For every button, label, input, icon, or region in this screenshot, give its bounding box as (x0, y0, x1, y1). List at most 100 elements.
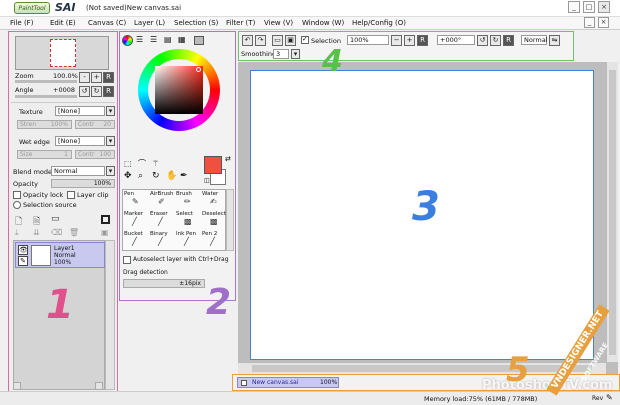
zoom-reset-button[interactable]: R (103, 72, 114, 83)
opacity-slider[interactable]: 100% (51, 179, 115, 188)
move-icon[interactable]: ✥ (124, 172, 132, 181)
tool-binary[interactable]: Binary ╱ (150, 231, 176, 249)
menu-window[interactable]: Window (W) (302, 19, 344, 27)
zoom-field[interactable]: 100% (347, 35, 389, 45)
wet-edge-dropdown-button[interactable]: ▾ (106, 136, 115, 146)
apply-mask-icon[interactable]: ▣ (101, 228, 109, 237)
eye-icon[interactable]: 👁 (18, 245, 28, 255)
tool-water[interactable]: Water ✍ (202, 191, 228, 209)
rect-select-icon[interactable]: ⬚ (124, 160, 132, 168)
angle-field[interactable]: +000° (437, 35, 475, 45)
rotate-icon[interactable]: ↻ (152, 172, 160, 181)
tool-pen-2[interactable]: Pen 2 ╱ (202, 231, 228, 249)
tool-select[interactable]: Select ▩ (176, 211, 202, 229)
toolbar-rotate-right-button[interactable]: ↻ (490, 35, 501, 46)
toolbar-zoom-out-button[interactable]: − (391, 35, 402, 46)
undo-button[interactable]: ↶ (242, 35, 253, 46)
hand-icon[interactable]: ✋ (166, 172, 177, 181)
canvas-vertical-scrollbar[interactable] (606, 62, 618, 362)
wet-edge-select[interactable]: [None] (55, 136, 105, 146)
deselect-button[interactable]: ▭ (272, 35, 283, 46)
selection-source-radio[interactable] (13, 201, 21, 209)
tool-grid-scrollbar[interactable] (226, 189, 234, 251)
tool-brush[interactable]: Brush ✏ (176, 191, 202, 209)
lasso-icon[interactable]: ⌒ (138, 160, 146, 168)
toolbar-angle-reset-button[interactable]: R (503, 35, 514, 46)
menu-filter[interactable]: Filter (T) (226, 19, 255, 27)
show-selection-checkbox[interactable]: ✓ (301, 35, 309, 44)
menu-view[interactable]: View (V) (264, 19, 293, 27)
horizontal-scroll-thumb[interactable] (252, 365, 592, 372)
eyedropper-icon[interactable]: ✒ (180, 172, 188, 181)
merge-down-icon[interactable]: ⇊ (33, 228, 40, 237)
texture-select[interactable]: [None] (55, 106, 105, 116)
color-picker-cursor[interactable] (196, 67, 201, 72)
canvas-horizontal-scrollbar[interactable] (238, 362, 606, 374)
wet-size-slider[interactable]: Size 1 (17, 150, 72, 159)
tool-airbrush[interactable]: AirBrush ✐ (150, 191, 176, 209)
smoothing-field[interactable]: 3 (273, 49, 289, 59)
menu-help[interactable]: Help/Config (O) (352, 19, 406, 27)
rotate-left-button[interactable]: ↺ (79, 86, 90, 97)
view-mode-select[interactable]: Normal (521, 35, 548, 45)
hsv-slider-tab-icon[interactable]: ☰ (150, 36, 157, 44)
blend-mode-select[interactable]: Normal (51, 166, 105, 176)
doc-close-button[interactable]: × (598, 17, 609, 28)
texture-strength-slider[interactable]: Stren 100% (17, 120, 72, 129)
navigator-preview[interactable] (15, 36, 109, 70)
layer-list-scrollbar[interactable] (105, 240, 115, 390)
clear-layer-icon[interactable]: ⌫ (51, 228, 62, 237)
menu-layer[interactable]: Layer (L) (134, 19, 165, 27)
transparent-color-icon[interactable]: ◫ (204, 178, 210, 184)
layer-mask-icon[interactable] (101, 215, 110, 224)
autoselect-layer-checkbox[interactable] (123, 256, 131, 264)
drag-detection-slider[interactable]: ±16pix (123, 279, 205, 288)
close-button[interactable]: × (598, 1, 610, 13)
blend-mode-dropdown-button[interactable]: ▾ (106, 166, 115, 176)
brush-icon[interactable]: ✎ (18, 256, 28, 266)
toolbar-zoom-reset-button[interactable]: R (417, 35, 428, 46)
delete-layer-icon[interactable]: 🗑 (69, 228, 79, 237)
tool-marker[interactable]: Marker ╱ (124, 211, 150, 229)
magic-wand-icon[interactable]: ⚚ (152, 160, 159, 168)
toolbar-rotate-left-button[interactable]: ↺ (477, 35, 488, 46)
texture-contrast-slider[interactable]: Contr 20 (75, 120, 115, 129)
transfer-down-icon[interactable]: ⤓ (15, 228, 19, 238)
swatches-tab-icon[interactable]: ▦ (178, 36, 186, 44)
tool-pen[interactable]: Pen ✎ (124, 191, 150, 209)
minimize-button[interactable]: _ (568, 1, 580, 13)
canvas-tab[interactable]: New canvas.sai 100% (237, 377, 339, 388)
new-folder-icon[interactable]: ▭ (51, 214, 60, 224)
menu-selection[interactable]: Selection (S) (174, 19, 218, 27)
maximize-button[interactable]: □ (583, 1, 595, 13)
vertical-scroll-thumb[interactable] (609, 70, 616, 355)
menu-edit[interactable]: Edit (E) (50, 19, 76, 27)
rotate-right-button[interactable]: ↻ (91, 86, 102, 97)
opacity-lock-checkbox[interactable] (13, 191, 21, 199)
rgb-slider-tab-icon[interactable]: ☰ (136, 36, 143, 44)
zoom-out-button[interactable]: - (79, 72, 90, 83)
angle-slider[interactable] (15, 95, 77, 98)
layer-clip-checkbox[interactable] (67, 191, 75, 199)
smoothing-dropdown-button[interactable]: ▾ (291, 49, 300, 59)
layer-row[interactable]: 👁 ✎ Layer1 Normal 100% (15, 242, 105, 268)
toolbar-zoom-in-button[interactable]: + (404, 35, 415, 46)
zoom-slider[interactable] (15, 80, 77, 83)
menu-canvas[interactable]: Canvas (C) (88, 19, 126, 27)
color-mixer-tab-icon[interactable]: ▤ (164, 36, 172, 44)
tool-bucket[interactable]: Bucket ╱ (124, 231, 150, 249)
scroll-right-button[interactable] (95, 382, 103, 390)
swap-colors-icon[interactable]: ⇄ (225, 156, 231, 163)
redo-button[interactable]: ↷ (255, 35, 266, 46)
scroll-left-button[interactable] (13, 382, 21, 390)
saturation-value-square[interactable] (155, 66, 203, 114)
wet-contrast-slider[interactable]: Contr 100 (75, 150, 115, 159)
navigator-viewport[interactable] (50, 39, 76, 67)
scratchpad-tab-icon[interactable] (194, 36, 204, 45)
menu-file[interactable]: File (F) (10, 19, 33, 27)
primary-color-swatch[interactable] (204, 156, 222, 174)
tool-eraser[interactable]: Eraser ╱ (150, 211, 176, 229)
zoom-in-button[interactable]: + (91, 72, 102, 83)
color-wheel-tab-icon[interactable] (122, 35, 133, 46)
angle-reset-button[interactable]: R (103, 86, 114, 97)
